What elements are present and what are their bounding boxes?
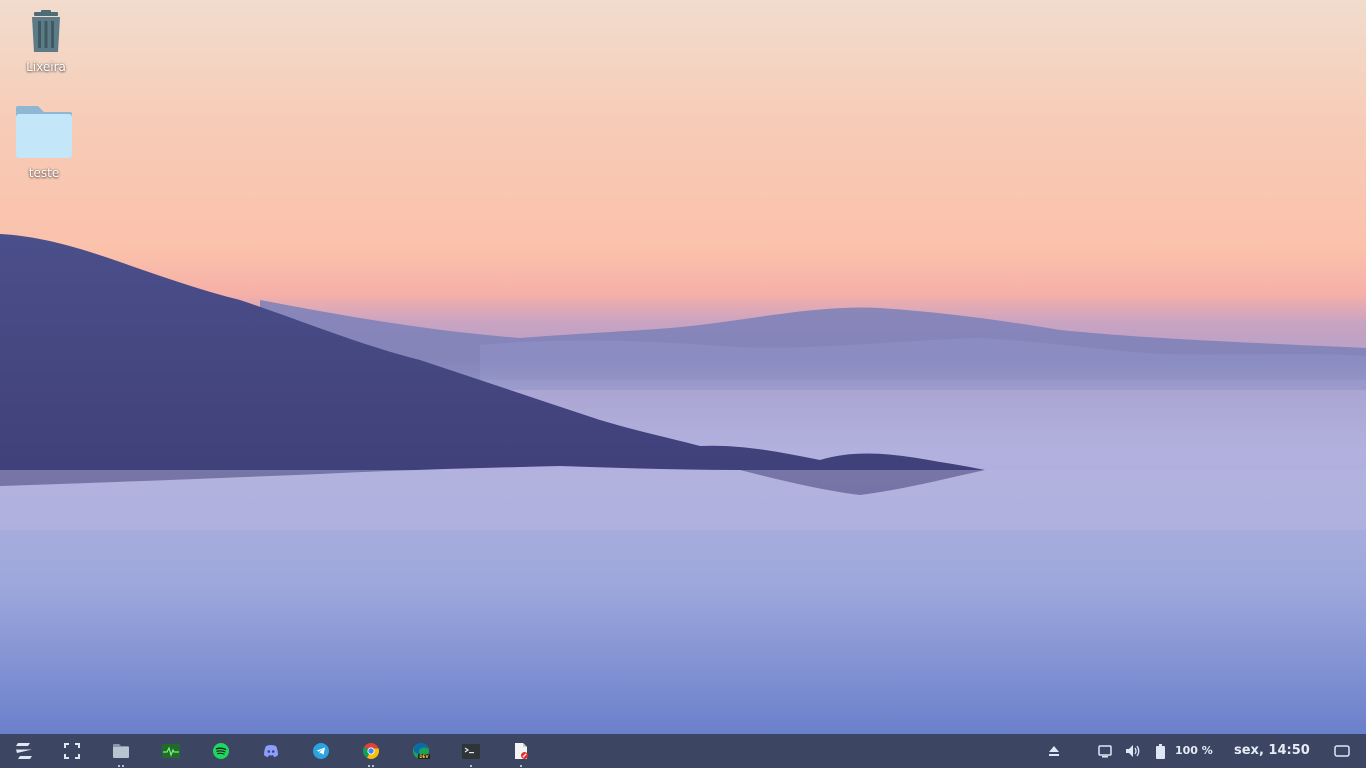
folder-icon	[113, 744, 129, 758]
taskbar-system-monitor-button[interactable]	[151, 734, 191, 768]
desktop-icon-trash[interactable]: Lixeira	[8, 10, 84, 74]
zorin-menu-button[interactable]	[4, 734, 44, 768]
eject-icon	[1049, 746, 1059, 756]
taskbar-document-viewer-button[interactable]	[501, 734, 541, 768]
clock[interactable]: sex, 14:50	[1234, 734, 1310, 768]
taskbar-edge-dev-button[interactable]: DEV	[401, 734, 441, 768]
discord-icon	[264, 745, 278, 757]
running-indicator	[470, 765, 472, 767]
chrome-icon	[363, 743, 379, 759]
system-monitor-icon	[162, 744, 180, 758]
desktop-icon-folder-teste[interactable]: teste	[6, 104, 82, 180]
running-indicator	[118, 765, 124, 767]
taskbar-chrome-button[interactable]	[351, 734, 391, 768]
telegram-icon	[313, 743, 329, 759]
notification-area-icon	[1334, 745, 1350, 757]
svg-text:DEV: DEV	[419, 754, 429, 759]
zorin-logo-icon	[16, 743, 32, 759]
document-viewer-icon	[515, 743, 528, 759]
desktop-icon-label: teste	[28, 166, 60, 180]
trash-icon	[32, 10, 60, 52]
fullscreen-icon	[64, 743, 80, 759]
edge-dev-icon: DEV	[413, 742, 430, 759]
taskbar: DEV 100 % sex, 14:50	[0, 734, 1366, 768]
running-indicator	[520, 765, 522, 767]
battery-indicator[interactable]	[1148, 734, 1172, 768]
volume-indicator[interactable]	[1120, 734, 1146, 768]
taskbar-terminal-button[interactable]	[451, 734, 491, 768]
taskbar-discord-button[interactable]	[251, 734, 291, 768]
network-indicator[interactable]	[1092, 734, 1118, 768]
wired-network-icon	[1098, 744, 1112, 757]
running-indicator	[368, 765, 374, 767]
taskbar-files-button[interactable]	[101, 734, 141, 768]
terminal-icon	[462, 743, 480, 759]
spotify-icon	[213, 743, 229, 759]
taskbar-telegram-button[interactable]	[301, 734, 341, 768]
workspaces-button[interactable]	[52, 734, 92, 768]
show-desktop-button[interactable]	[1328, 734, 1356, 768]
taskbar-spotify-button[interactable]	[201, 734, 241, 768]
desktop-wallpaper	[0, 0, 1366, 734]
desktop-icon-label: Lixeira	[26, 60, 66, 74]
volume-icon	[1126, 745, 1140, 757]
battery-percent[interactable]: 100 %	[1175, 734, 1213, 768]
eject-button[interactable]	[1040, 734, 1068, 768]
folder-icon	[16, 106, 72, 158]
battery-icon	[1155, 743, 1165, 759]
